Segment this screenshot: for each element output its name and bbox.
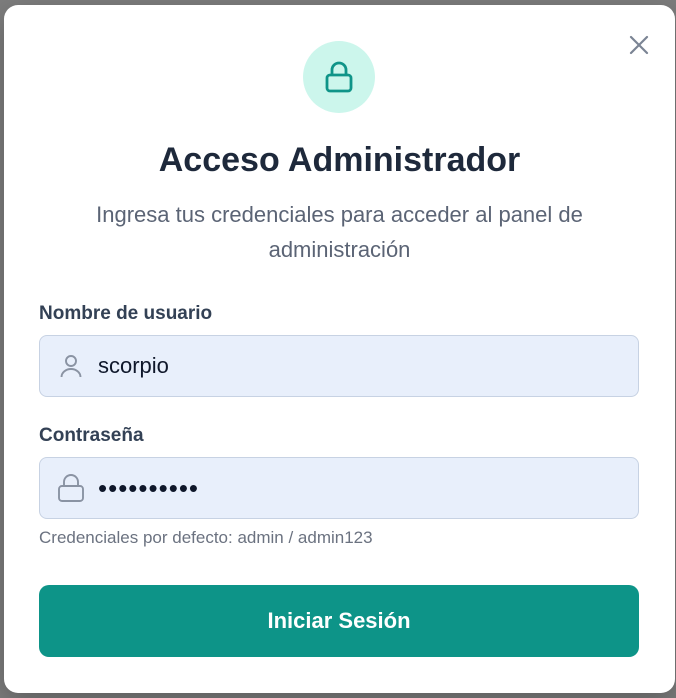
header-lock-badge [303,41,375,113]
close-icon [629,35,649,55]
user-icon [40,336,102,396]
username-input[interactable] [98,353,618,379]
close-button[interactable] [625,31,653,59]
lock-icon [325,61,353,93]
password-field[interactable] [39,457,639,519]
admin-login-modal: Acceso Administrador Ingresa tus credenc… [4,5,675,693]
login-submit-button[interactable]: Iniciar Sesión [39,585,639,657]
username-field[interactable] [39,335,639,397]
lock-icon [40,458,102,518]
modal-backdrop: Acceso Administrador Ingresa tus credenc… [0,0,676,698]
modal-title: Acceso Administrador [158,141,521,179]
password-label: Contraseña [39,425,144,446]
username-label: Nombre de usuario [39,303,213,324]
modal-subtitle: Ingresa tus credenciales para acceder al… [96,202,583,262]
default-credentials-hint: Credenciales por defecto: admin / admin1… [39,528,373,547]
password-input[interactable] [98,472,618,504]
